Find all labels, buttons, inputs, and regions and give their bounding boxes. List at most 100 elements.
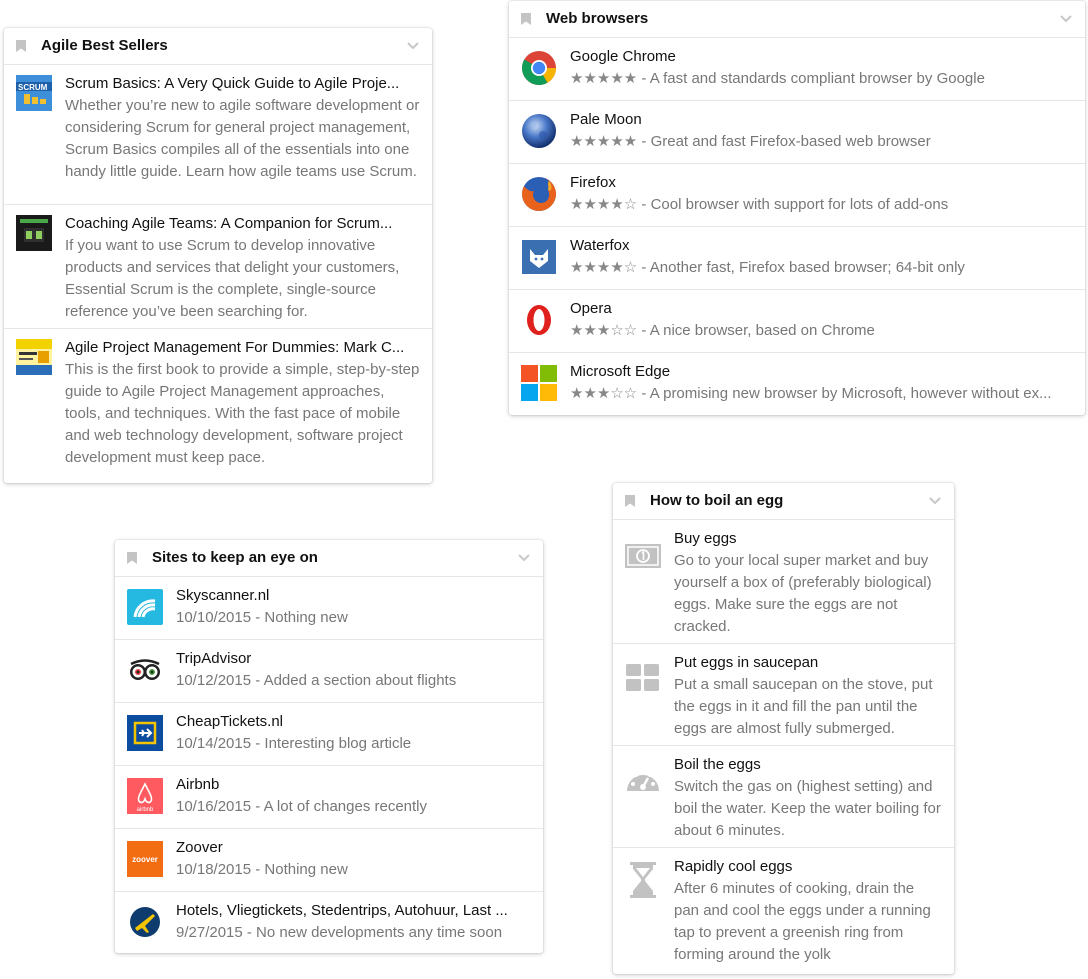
site-item[interactable]: Hotels, Vliegtickets, Stedentrips, Autoh…	[115, 892, 543, 955]
step-description: Switch the gas on (highest setting) and …	[674, 778, 941, 839]
site-name: Zoover	[176, 839, 223, 856]
firefox-icon	[521, 176, 557, 212]
browser-name: Pale Moon	[570, 111, 642, 128]
agile-for-dummies-book-cover	[16, 339, 52, 375]
bookmark-icon[interactable]	[16, 40, 26, 52]
airbnb-icon: airbnb	[127, 778, 163, 814]
opera-icon	[521, 302, 557, 338]
book-item[interactable]: SCRUM Scrum Basics: A Very Quick Guide t…	[4, 65, 432, 205]
book-item[interactable]: Agile Project Management For Dummies: Ma…	[4, 329, 432, 475]
chevron-down-icon[interactable]	[406, 38, 420, 52]
logo-text: airbnb	[137, 807, 154, 813]
star-rating: ★★★☆☆	[570, 322, 638, 339]
expedia-plane-icon	[127, 904, 163, 940]
step-name: Put eggs in saucepan	[674, 654, 819, 671]
browser-item[interactable]: Google Chrome ★★★★★ - A fast and standar…	[509, 38, 1085, 101]
step-description: Put a small saucepan on the stove, put t…	[674, 676, 933, 737]
site-item[interactable]: Skyscanner.nl 10/10/2015 - Nothing new	[115, 577, 543, 640]
browser-item[interactable]: Firefox ★★★★☆ - Cool browser with suppor…	[509, 164, 1085, 227]
site-status: 10/10/2015 - Nothing new	[176, 609, 348, 626]
chrome-icon	[521, 50, 557, 86]
step-list: Buy eggs Go to your local super market a…	[613, 520, 954, 972]
step-item[interactable]: Buy eggs Go to your local super market a…	[613, 520, 954, 644]
book-description: Whether you’re new to agile software dev…	[65, 97, 420, 180]
browser-item[interactable]: Waterfox ★★★★☆ - Another fast, Firefox b…	[509, 227, 1085, 290]
money-bill-icon	[625, 538, 661, 574]
site-status: 9/27/2015 - No new developments any time…	[176, 924, 503, 941]
browser-name: Opera	[570, 300, 612, 317]
browser-description: ★★★☆☆ - A nice browser, based on Chrome	[570, 320, 1073, 342]
book-title: Coaching Agile Teams: A Companion for Sc…	[65, 215, 393, 232]
browser-item[interactable]: Pale Moon ★★★★★ - Great and fast Firefox…	[509, 101, 1085, 164]
sites-panel: Sites to keep an eye on Skyscanner.nl 10…	[115, 540, 543, 953]
panel-header: Web browsers	[509, 1, 1085, 38]
site-name: TripAdvisor	[176, 650, 252, 667]
star-rating: ★★★★★	[570, 70, 638, 87]
site-item[interactable]: CheapTickets.nl 10/14/2015 - Interesting…	[115, 703, 543, 766]
book-list: SCRUM Scrum Basics: A Very Quick Guide t…	[4, 65, 432, 475]
site-name: CheapTickets.nl	[176, 713, 283, 730]
boil-egg-panel: How to boil an egg Buy eggs Go to your l…	[613, 483, 954, 974]
browser-item[interactable]: Microsoft Edge ★★★☆☆ - A promising new b…	[509, 353, 1085, 415]
bookmark-icon[interactable]	[625, 495, 635, 507]
site-item[interactable]: airbnb Airbnb 10/16/2015 - A lot of chan…	[115, 766, 543, 829]
step-description: Go to your local super market and buy yo…	[674, 552, 932, 635]
book-title: Scrum Basics: A Very Quick Guide to Agil…	[65, 75, 400, 92]
pale-moon-icon	[521, 113, 557, 149]
browser-summary: - A promising new browser by Microsoft, …	[637, 385, 1052, 402]
browser-summary: - A fast and standards compliant browser…	[637, 70, 985, 87]
browser-summary: - Cool browser with support for lots of …	[637, 196, 949, 213]
browser-name: Firefox	[570, 174, 616, 191]
skyscanner-icon	[127, 589, 163, 625]
book-title: Agile Project Management For Dummies: Ma…	[65, 339, 405, 356]
panel-title: Agile Best Sellers	[41, 37, 168, 54]
star-rating: ★★★★☆	[570, 196, 638, 213]
browser-summary: - Great and fast Firefox-based web brows…	[637, 133, 931, 150]
waterfox-icon	[521, 239, 557, 275]
step-name: Buy eggs	[674, 530, 737, 547]
step-item[interactable]: Put eggs in saucepan Put a small saucepa…	[613, 644, 954, 746]
browser-description: ★★★★★ - Great and fast Firefox-based web…	[570, 131, 1073, 153]
browser-item[interactable]: Opera ★★★☆☆ - A nice browser, based on C…	[509, 290, 1085, 353]
book-description: This is the first book to provide a simp…	[65, 361, 420, 466]
browser-name: Microsoft Edge	[570, 363, 671, 380]
tripadvisor-owl-icon	[127, 652, 163, 688]
star-rating: ★★★★☆	[570, 259, 638, 276]
panel-header: How to boil an egg	[613, 483, 954, 520]
bookmark-icon[interactable]	[521, 13, 531, 25]
zoover-icon: zoover	[127, 841, 163, 877]
chevron-down-icon[interactable]	[928, 493, 942, 507]
site-status: 10/14/2015 - Interesting blog article	[176, 735, 412, 752]
book-item[interactable]: Coaching Agile Teams: A Companion for Sc…	[4, 205, 432, 329]
browser-description: ★★★★☆ - Cool browser with support for lo…	[570, 194, 1073, 216]
chevron-down-icon[interactable]	[1059, 11, 1073, 25]
star-rating: ★★★★★	[570, 133, 638, 150]
bookmark-icon[interactable]	[127, 552, 137, 564]
agile-best-sellers-panel: Agile Best Sellers SCRUM Scrum Basics: A…	[4, 28, 432, 483]
site-item[interactable]: TripAdvisor 10/12/2015 - Added a section…	[115, 640, 543, 703]
browser-description: ★★★★★ - A fast and standards compliant b…	[570, 68, 1073, 90]
dashboard-gauge-icon	[625, 762, 661, 798]
panel-title: How to boil an egg	[650, 492, 784, 509]
scrum-basics-book-cover: SCRUM	[16, 75, 52, 111]
hourglass-icon	[625, 862, 661, 898]
browser-summary: - Another fast, Firefox based browser; 6…	[637, 259, 965, 276]
windows-icon	[521, 365, 557, 401]
step-item[interactable]: Rapidly cool eggs After 6 minutes of coo…	[613, 848, 954, 972]
web-browsers-panel: Web browsers Google Chrome ★★★★★ - A fas…	[509, 1, 1085, 415]
panel-title: Web browsers	[546, 10, 649, 27]
browser-description: ★★★★☆ - Another fast, Firefox based brow…	[570, 257, 1073, 279]
site-item[interactable]: zoover Zoover 10/18/2015 - Nothing new	[115, 829, 543, 892]
logo-text: zoover	[132, 855, 158, 864]
browser-list: Google Chrome ★★★★★ - A fast and standar…	[509, 38, 1085, 415]
site-name: Hotels, Vliegtickets, Stedentrips, Autoh…	[176, 902, 508, 919]
step-item[interactable]: Boil the eggs Switch the gas on (highest…	[613, 746, 954, 848]
site-name: Skyscanner.nl	[176, 587, 270, 604]
panel-title: Sites to keep an eye on	[152, 549, 318, 566]
browser-summary: - A nice browser, based on Chrome	[637, 322, 875, 339]
cheaptickets-plane-icon	[127, 715, 163, 751]
cover-text: SCRUM	[18, 83, 48, 92]
step-name: Boil the eggs	[674, 756, 761, 773]
coaching-agile-teams-book-cover	[16, 215, 52, 251]
chevron-down-icon[interactable]	[517, 550, 531, 564]
